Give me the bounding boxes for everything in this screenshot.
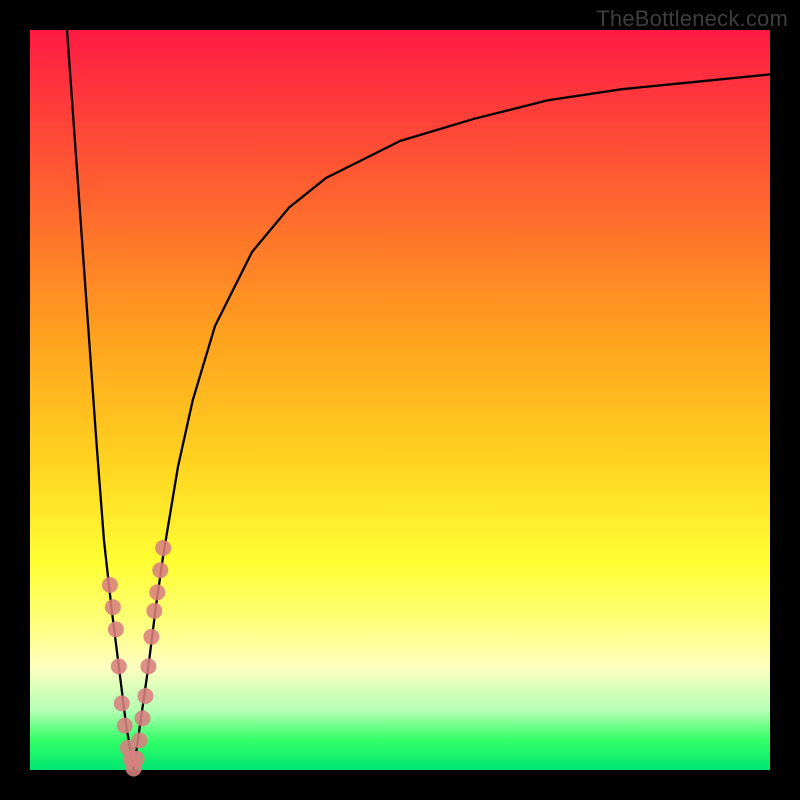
marker-point	[152, 562, 168, 578]
marker-point	[132, 732, 148, 748]
marker-point	[129, 751, 145, 767]
attribution-text: TheBottleneck.com	[596, 6, 788, 32]
marker-group	[102, 540, 171, 777]
marker-point	[114, 695, 130, 711]
marker-point	[102, 577, 118, 593]
marker-point	[111, 658, 127, 674]
marker-point	[149, 584, 165, 600]
marker-point	[117, 718, 133, 734]
marker-point	[146, 603, 162, 619]
marker-point	[143, 629, 159, 645]
chart-frame: TheBottleneck.com	[0, 0, 800, 800]
curves-svg	[30, 30, 770, 770]
curve-left-branch	[67, 30, 134, 770]
plot-area	[30, 30, 770, 770]
marker-point	[105, 599, 121, 615]
marker-point	[140, 658, 156, 674]
marker-point	[137, 688, 153, 704]
marker-point	[155, 540, 171, 556]
curve-right-branch	[134, 74, 770, 770]
marker-point	[108, 621, 124, 637]
marker-point	[134, 710, 150, 726]
